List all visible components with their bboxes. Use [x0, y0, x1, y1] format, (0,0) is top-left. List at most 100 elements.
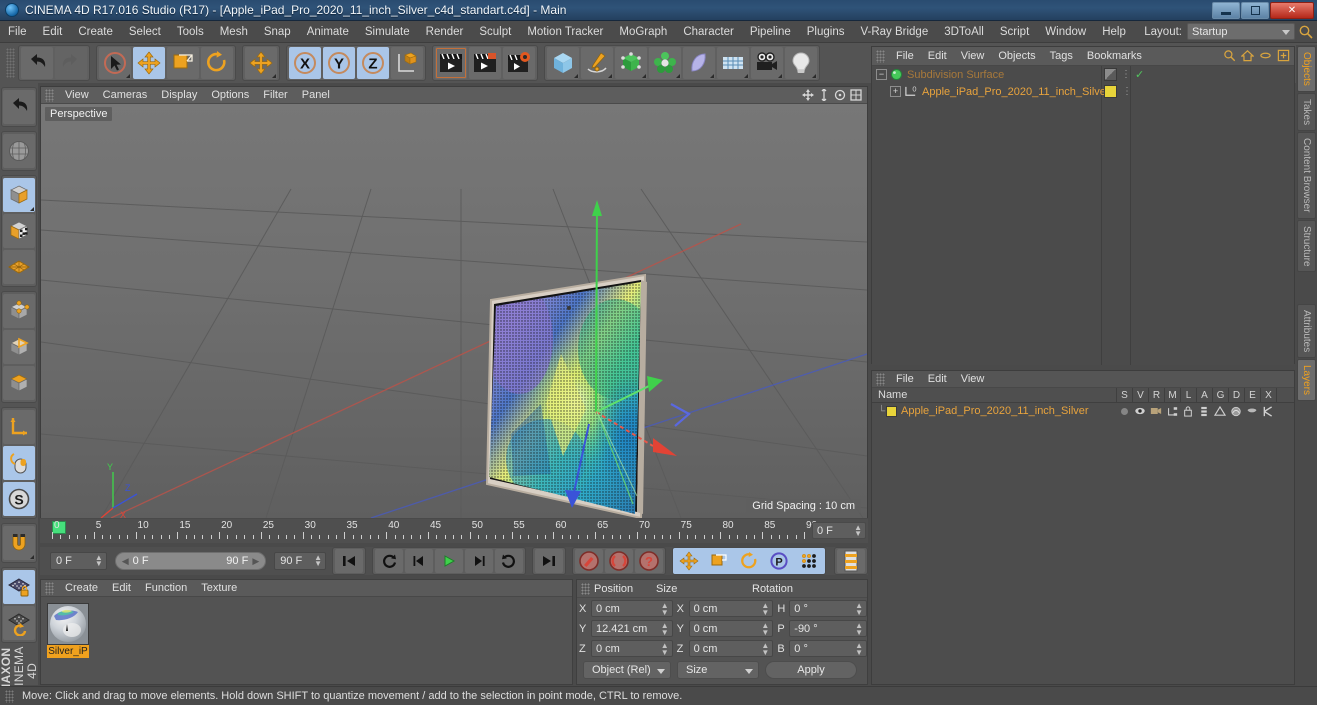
- side-tab-attributes[interactable]: Attributes: [1297, 304, 1316, 359]
- status-bar-grip[interactable]: [5, 689, 14, 703]
- point-level-animation-toggle[interactable]: [795, 549, 823, 573]
- spinner-icon[interactable]: ▲ ▼: [95, 554, 103, 568]
- render-view-button[interactable]: [435, 47, 467, 79]
- spinner-icon[interactable]: ▲ ▼: [854, 524, 862, 538]
- render-to-picture-viewer-button[interactable]: [469, 47, 501, 79]
- column-x[interactable]: X: [1260, 387, 1276, 403]
- scale-key-toggle[interactable]: [705, 549, 733, 573]
- column-s[interactable]: S: [1116, 387, 1132, 403]
- menu-pipeline[interactable]: Pipeline: [742, 23, 799, 41]
- layer-row[interactable]: └ Apple_iPad_Pro_2020_11_inch_Silver: [872, 403, 1294, 419]
- lock-icon[interactable]: [1180, 403, 1196, 419]
- spinner-icon[interactable]: ▲ ▼: [761, 622, 769, 637]
- size-y-field[interactable]: 0 cm ▲ ▼: [688, 620, 774, 637]
- column-d[interactable]: D: [1228, 387, 1244, 403]
- play-button[interactable]: [435, 549, 463, 573]
- preview-range-slider[interactable]: ◀ 0 F 90 F ▶: [114, 552, 267, 570]
- column-r[interactable]: R: [1148, 387, 1164, 403]
- spinner-icon[interactable]: ▲ ▼: [761, 642, 769, 657]
- column-l[interactable]: L: [1180, 387, 1196, 403]
- go-to-end-button[interactable]: [535, 549, 563, 573]
- material-tag-icon[interactable]: [1104, 85, 1117, 98]
- menu-script[interactable]: Script: [992, 23, 1037, 41]
- layout-dropdown[interactable]: Startup: [1187, 23, 1295, 40]
- parameter-key-toggle[interactable]: P: [765, 549, 793, 573]
- object-row-subdivision-surface[interactable]: − Subdivision Surface ⋮ ✓: [872, 66, 1294, 83]
- material-menu-function[interactable]: Function: [138, 581, 194, 595]
- rotation-p-field[interactable]: -90 ° ▲ ▼: [789, 620, 868, 637]
- side-tab-structure[interactable]: Structure: [1297, 219, 1316, 273]
- add-cube-object[interactable]: [547, 47, 579, 79]
- viewport-menu-panel[interactable]: Panel: [295, 88, 337, 102]
- menu-mesh[interactable]: Mesh: [212, 23, 256, 41]
- visible-eye-icon[interactable]: [1132, 403, 1148, 419]
- position-y-field[interactable]: 12.421 cm ▲ ▼: [590, 620, 673, 637]
- add-spline-pen[interactable]: [581, 47, 613, 79]
- menu-vray-bridge[interactable]: V-Ray Bridge: [852, 23, 936, 41]
- loop-playback-button[interactable]: [375, 549, 403, 573]
- rotate-view-icon[interactable]: [834, 89, 846, 101]
- go-to-previous-frame-button[interactable]: [405, 549, 433, 573]
- soft-selection-mode[interactable]: S: [3, 482, 35, 516]
- expression-icon[interactable]: [1244, 403, 1260, 419]
- material-menu-grip[interactable]: [45, 581, 54, 595]
- add-light[interactable]: [785, 47, 817, 79]
- scale-tool[interactable]: [167, 47, 199, 79]
- position-z-field[interactable]: 0 cm ▲ ▼: [590, 640, 673, 657]
- lock-z-axis[interactable]: Z: [357, 47, 389, 79]
- move-tool[interactable]: [133, 47, 165, 79]
- toolbar-grip[interactable]: [6, 48, 15, 78]
- layer-menu-view[interactable]: View: [954, 372, 992, 386]
- material-menu-edit[interactable]: Edit: [105, 581, 138, 595]
- add-environment[interactable]: [717, 47, 749, 79]
- lock-x-axis[interactable]: X: [289, 47, 321, 79]
- spinner-icon[interactable]: ▲ ▼: [761, 602, 769, 617]
- scale-view-icon[interactable]: [818, 89, 830, 101]
- menu-render[interactable]: Render: [418, 23, 472, 41]
- menu-file[interactable]: File: [0, 23, 35, 41]
- enable-axis-modification[interactable]: [3, 446, 35, 480]
- deformer-icon[interactable]: [1228, 403, 1244, 419]
- minimize-button[interactable]: [1212, 2, 1240, 19]
- display-tag-icon[interactable]: [1104, 68, 1117, 81]
- object-manager-grip[interactable]: [876, 49, 885, 63]
- keyframe-selection-button[interactable]: ?: [635, 549, 663, 573]
- expand-tree-icon[interactable]: [1277, 49, 1290, 62]
- rotation-h-field[interactable]: 0 ° ▲ ▼: [789, 600, 868, 617]
- rotation-b-field[interactable]: 0 ° ▲ ▼: [789, 640, 868, 657]
- menu-animate[interactable]: Animate: [299, 23, 357, 41]
- column-a[interactable]: A: [1196, 387, 1212, 403]
- render-camera-icon[interactable]: [1148, 403, 1164, 419]
- xref-icon[interactable]: [1260, 403, 1276, 419]
- range-right-arrow-icon[interactable]: ▶: [252, 556, 259, 567]
- timeline-ruler-bar[interactable]: 051015202530354045505560657075808590 0 F…: [40, 519, 868, 543]
- rotation-key-toggle[interactable]: [735, 549, 763, 573]
- side-tab-layers[interactable]: Layers: [1297, 359, 1316, 402]
- add-array-modeling-object[interactable]: [649, 47, 681, 79]
- object-menu-tags[interactable]: Tags: [1043, 49, 1080, 63]
- object-menu-view[interactable]: View: [954, 49, 992, 63]
- edges-mode[interactable]: [3, 330, 35, 364]
- apply-button[interactable]: Apply: [765, 661, 857, 679]
- maximize-view-icon[interactable]: [850, 89, 862, 101]
- timeline-window-button[interactable]: [837, 549, 865, 573]
- manager-tree-icon[interactable]: [1164, 403, 1180, 419]
- menu-help[interactable]: Help: [1094, 23, 1134, 41]
- viewport-menu-display[interactable]: Display: [154, 88, 204, 102]
- material-item[interactable]: Silver_iP: [47, 603, 89, 659]
- menu-snap[interactable]: Snap: [256, 23, 299, 41]
- object-axis-mode[interactable]: [3, 410, 35, 444]
- menu-motion-tracker[interactable]: Motion Tracker: [519, 23, 611, 41]
- range-left-arrow-icon[interactable]: ◀: [122, 556, 129, 567]
- search-icon[interactable]: [1223, 49, 1236, 62]
- dynamic-place-tool[interactable]: [245, 47, 277, 79]
- animation-icon[interactable]: [1196, 403, 1212, 419]
- layer-color-swatch[interactable]: [886, 405, 897, 417]
- object-menu-edit[interactable]: Edit: [921, 49, 954, 63]
- snap-toggle[interactable]: [3, 526, 35, 560]
- live-selection-tool[interactable]: [99, 47, 131, 79]
- object-row-ipad[interactable]: + 0 Apple_iPad_Pro_2020_11_inch_Silver ⋮: [872, 83, 1294, 100]
- minimize-tree-icon[interactable]: [1259, 49, 1272, 62]
- world-object-coordinate-toggle[interactable]: [391, 47, 423, 79]
- side-tab-takes[interactable]: Takes: [1297, 92, 1316, 132]
